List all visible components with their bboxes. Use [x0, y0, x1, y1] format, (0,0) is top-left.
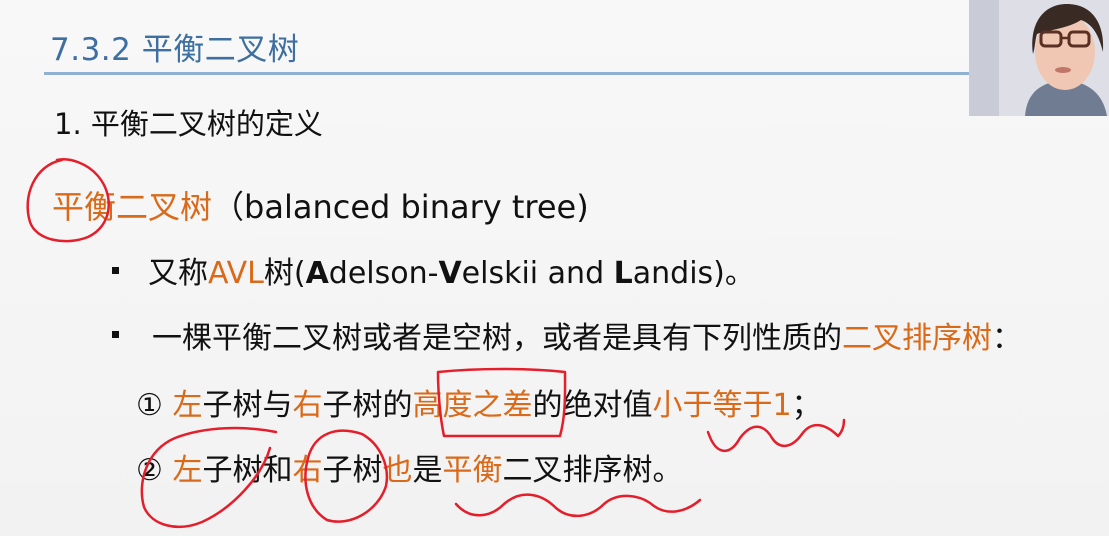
slide: 7.3.2 平衡二叉树 1. 平衡二叉树的定义 平衡二叉树（balanced b…	[0, 0, 1109, 536]
title-underline	[44, 72, 969, 75]
presenter-video	[969, 0, 1109, 116]
square-bullet-icon	[112, 331, 119, 338]
text-span: 是	[412, 453, 443, 488]
term-en: （balanced binary tree)	[212, 188, 589, 226]
circled-number: ②	[136, 453, 163, 488]
text-span: ：	[992, 321, 1022, 356]
avl-highlight: AVL	[208, 256, 264, 291]
text-span: 二叉排序树。	[502, 453, 683, 488]
right-highlight: 右	[292, 453, 323, 488]
text-span: elskii and	[461, 256, 614, 291]
bullet-avl: 又称AVL树(Adelson-Velskii and Landis)。	[148, 248, 755, 292]
also-highlight: 也	[382, 453, 413, 488]
right-highlight: 右	[292, 388, 323, 423]
balanced-highlight: 平衡	[442, 453, 503, 488]
text-span: 子树与	[202, 388, 293, 423]
text-span: 树(	[263, 256, 306, 291]
circled-number: ①	[136, 388, 163, 423]
presenter-illustration	[969, 0, 1109, 116]
height-diff-highlight: 高度之差	[412, 388, 533, 423]
definition-term: 平衡二叉树（balanced binary tree)	[52, 182, 589, 228]
bullet-definition: 一棵平衡二叉树或者是空树，或者是具有下列性质的二叉排序树：	[152, 313, 1022, 357]
text-span: delson-	[328, 256, 439, 291]
text-span: 子树的	[322, 388, 413, 423]
bst-highlight: 二叉排序树	[842, 321, 992, 356]
condition-1: ① 左子树与右子树的高度之差的绝对值小于等于1；	[136, 380, 822, 424]
term-zh: 平衡二叉树	[52, 188, 213, 226]
slide-title: 7.3.2 平衡二叉树	[50, 32, 300, 68]
left-highlight: 左	[172, 388, 203, 423]
text-span: ；	[791, 388, 822, 423]
text-span: andis)。	[632, 256, 755, 291]
section-heading: 1. 平衡二叉树的定义	[54, 107, 323, 141]
bold-letter: L	[613, 256, 633, 291]
text-span: 子树和	[202, 453, 293, 488]
text-span: 一棵平衡二叉树或者是空树，或者是具有下列性质的	[152, 321, 842, 356]
text-span: 子树	[322, 453, 383, 488]
text-span: 的绝对值	[532, 388, 653, 423]
bold-letter: A	[305, 256, 329, 291]
bold-letter: V	[438, 256, 462, 291]
wave-le-one-annotation	[706, 418, 846, 452]
le-one-highlight: 小于等于1	[652, 388, 792, 423]
square-bullet-icon	[112, 267, 119, 274]
left-highlight: 左	[172, 453, 203, 488]
underline-balanced-annotation	[454, 493, 702, 517]
text-span: 又称	[148, 256, 208, 291]
condition-2: ② 左子树和右子树也是平衡二叉排序树。	[136, 445, 682, 489]
